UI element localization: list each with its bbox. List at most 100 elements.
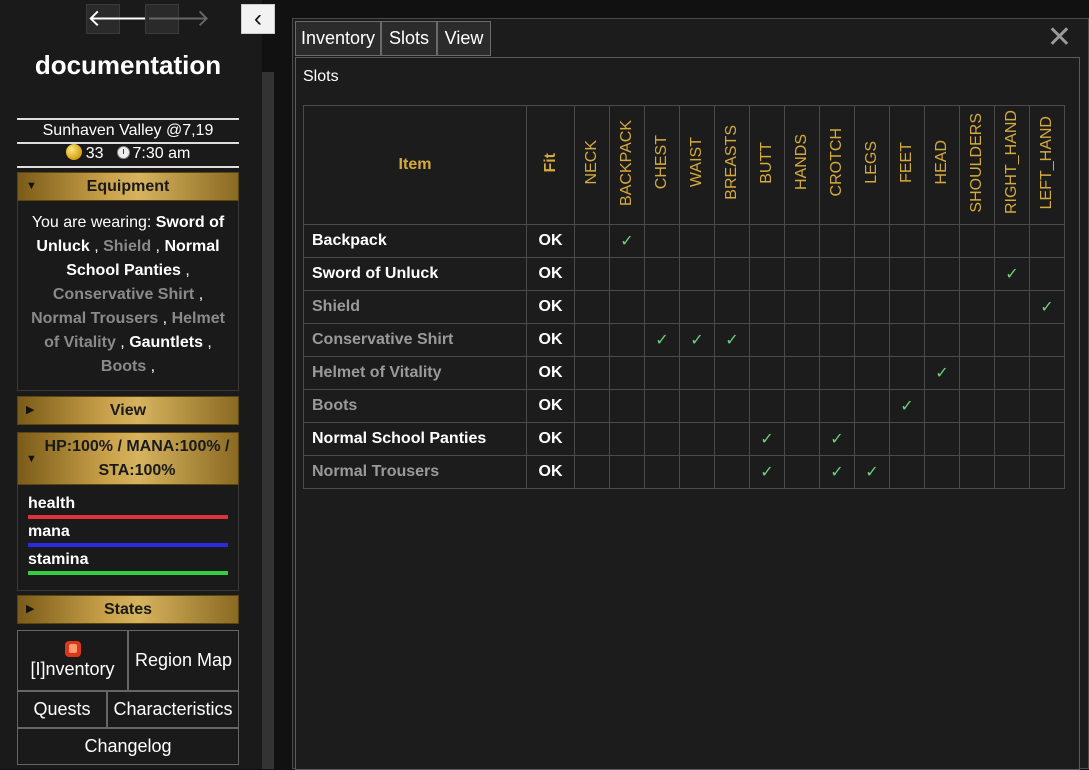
slot-cell-waist: ✓ [679, 323, 715, 357]
stats-panel-body: health mana stamina [17, 485, 239, 591]
slot-cell-backpack [609, 389, 645, 423]
slot-cell-shoulders [959, 422, 995, 456]
slot-cell-head [924, 257, 960, 291]
slot-cell-butt: ✓ [749, 455, 785, 489]
column-header-item: Item [303, 105, 527, 225]
view-panel-header[interactable]: ▶ View [17, 396, 239, 425]
region-map-button[interactable]: Region Map [128, 630, 239, 691]
table-row[interactable]: Helmet of Vitality OK ✓ [303, 356, 1065, 390]
slot-cell-head [924, 422, 960, 456]
table-row[interactable]: Normal Trousers OK ✓ ✓ ✓ [303, 455, 1065, 489]
slot-cell-feet: ✓ [889, 389, 925, 423]
slot-cell-shoulders [959, 290, 995, 324]
close-icon[interactable]: ✕ [1047, 23, 1072, 53]
column-header-label: FEET [898, 142, 915, 183]
inventory-button[interactable]: [I]nventory [17, 630, 128, 691]
item-name-cell: Backpack [303, 224, 527, 258]
slot-cell-left_hand [1029, 422, 1065, 456]
equipment-item[interactable]: Normal Trousers [31, 310, 158, 327]
column-header-fit-label: Fit [541, 152, 559, 173]
equipment-item[interactable]: Conservative Shirt [53, 286, 194, 303]
checkmark-icon: ✓ [1040, 299, 1054, 316]
table-header-row: Item Fit NECK BACKPACK CHEST WAIST BREASTS BU… [303, 105, 1065, 225]
slot-cell-shoulders [959, 389, 995, 423]
column-header-left_hand: LEFT_HAND [1029, 105, 1065, 225]
table-row[interactable]: Shield OK ✓ [303, 290, 1065, 324]
slot-cell-left_hand [1029, 224, 1065, 258]
characteristics-button[interactable]: Characteristics [107, 691, 239, 728]
changelog-button[interactable]: Changelog [17, 728, 239, 765]
column-header-label: BACKPACK [618, 119, 635, 206]
collapse-sidebar-button[interactable]: ‹ [241, 4, 275, 34]
slot-cell-feet [889, 257, 925, 291]
gold-amount: 33 [85, 145, 104, 162]
tab-slots[interactable]: Slots [381, 21, 437, 56]
slots-content: Slots Item Fit NECK BACKPACK CHEST WAIST BRE… [295, 57, 1080, 770]
slot-cell-hands [784, 290, 820, 324]
slot-cell-breasts [714, 224, 750, 258]
slot-cell-legs [854, 323, 890, 357]
item-name-cell: Boots [303, 389, 527, 423]
slot-cell-breasts [714, 422, 750, 456]
checkmark-icon: ✓ [865, 464, 879, 481]
column-header-label: HANDS [793, 134, 810, 191]
slot-cell-legs [854, 224, 890, 258]
slot-cell-legs [854, 356, 890, 390]
tab-inventory[interactable]: Inventory [295, 21, 381, 56]
stats-panel-header[interactable]: ▼ HP:100% / MANA:100% / STA:100% [17, 432, 239, 485]
slot-cell-right_hand [994, 389, 1030, 423]
slot-cell-butt [749, 389, 785, 423]
column-header-waist: WAIST [679, 105, 715, 225]
quests-button[interactable]: Quests [17, 691, 107, 728]
equipment-item[interactable]: Shield [103, 238, 151, 255]
back-button[interactable]: 🡐 [86, 4, 151, 34]
slot-cell-breasts [714, 257, 750, 291]
sidebar-scrollbar[interactable] [262, 72, 274, 769]
checkmark-icon: ✓ [690, 332, 704, 349]
table-row[interactable]: Conservative Shirt OK ✓ ✓ ✓ [303, 323, 1065, 357]
slot-cell-butt [749, 290, 785, 324]
fit-cell: OK [526, 224, 575, 258]
table-row[interactable]: Normal School Panties OK ✓ ✓ [303, 422, 1065, 456]
table-row[interactable]: Backpack OK ✓ [303, 224, 1065, 258]
states-panel-header[interactable]: ▶ States [17, 595, 239, 624]
column-header-backpack: BACKPACK [609, 105, 645, 225]
equipment-item[interactable]: Gauntlets [129, 334, 203, 351]
checkmark-icon: ✓ [760, 464, 774, 481]
tab-bar: Inventory Slots View ✕ [293, 19, 1088, 57]
arrow-left-icon: 🡐 [87, 5, 152, 32]
tab-view[interactable]: View [437, 21, 491, 56]
column-header-label: LEGS [863, 141, 880, 184]
forward-button[interactable]: 🡒 [145, 4, 210, 34]
column-header-legs: LEGS [854, 105, 890, 225]
stamina-bar [28, 571, 228, 575]
slot-cell-hands [784, 323, 820, 357]
slot-cell-right_hand [994, 422, 1030, 456]
column-header-right_hand: RIGHT_HAND [994, 105, 1030, 225]
slot-cell-breasts [714, 389, 750, 423]
checkmark-icon: ✓ [655, 332, 669, 349]
table-row[interactable]: Sword of Unluck OK ✓ [303, 257, 1065, 291]
table-row[interactable]: Boots OK ✓ [303, 389, 1065, 423]
equipment-panel-header[interactable]: ▼ Equipment [17, 172, 239, 201]
slot-cell-crotch [819, 323, 855, 357]
fit-cell: OK [526, 290, 575, 324]
fit-cell: OK [526, 257, 575, 291]
mana-label: mana [28, 523, 70, 540]
item-name-cell: Sword of Unluck [303, 257, 527, 291]
health-bar-row: health [28, 495, 228, 523]
slot-cell-backpack [609, 257, 645, 291]
game-title: documentation [34, 50, 222, 80]
slot-cell-butt [749, 323, 785, 357]
slot-cell-feet [889, 422, 925, 456]
sidebar: 🡐 🡒 documentation Sunhaven Valley @7,19 … [0, 0, 262, 769]
equipment-item[interactable]: Boots [101, 358, 146, 375]
slot-cell-chest [644, 356, 680, 390]
slot-cell-breasts: ✓ [714, 323, 750, 357]
slot-cell-shoulders [959, 455, 995, 489]
column-header-crotch: CROTCH [819, 105, 855, 225]
slot-cell-hands [784, 389, 820, 423]
slot-cell-hands [784, 455, 820, 489]
coin-icon [65, 144, 82, 160]
checkmark-icon: ✓ [830, 431, 844, 448]
